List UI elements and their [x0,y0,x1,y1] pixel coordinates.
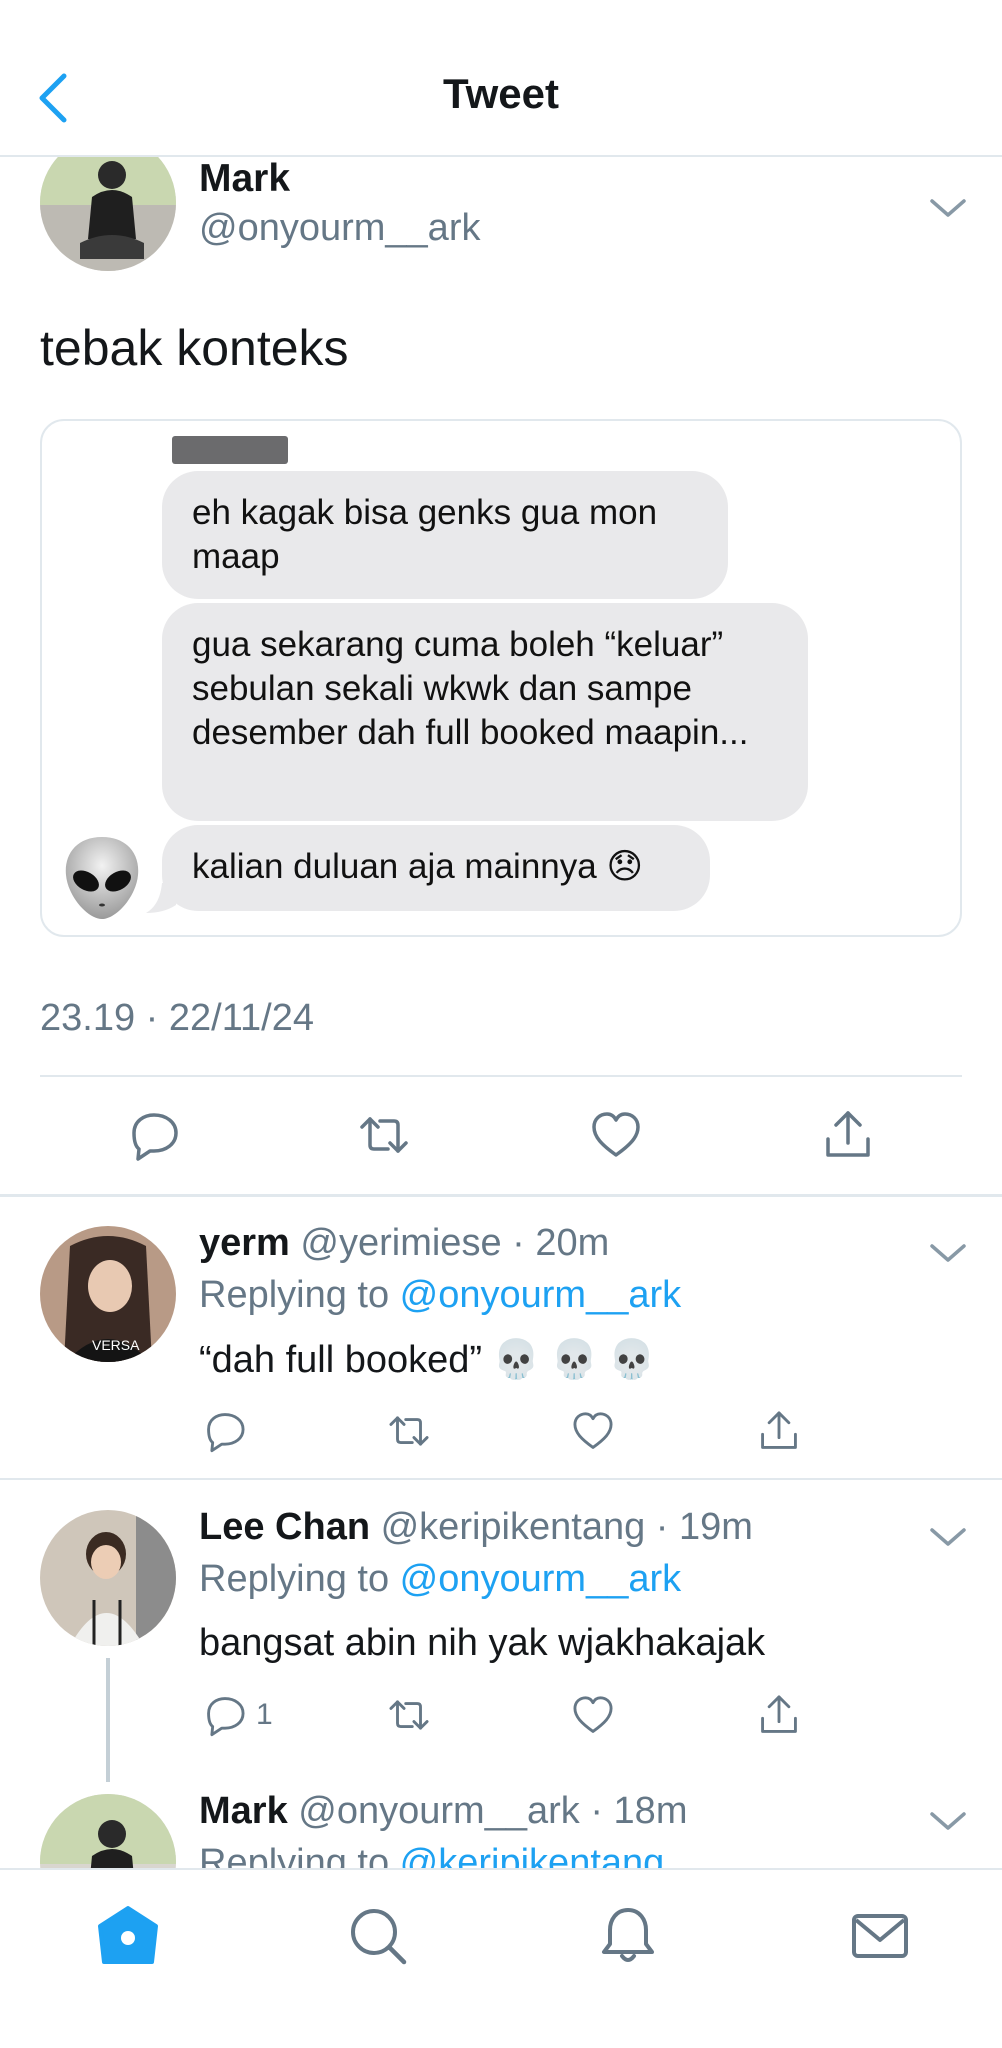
page-title: Tweet [443,70,559,117]
reply-author-name[interactable]: Mark [199,1790,288,1832]
reply-button[interactable] [126,1107,182,1163]
thread-connector-line [106,1658,110,1782]
author-name[interactable]: Mark [199,157,290,201]
like-button[interactable] [588,1107,644,1163]
mention-link[interactable]: @onyourm__ark [400,1274,681,1316]
reply-author-name[interactable]: Lee Chan [199,1506,370,1548]
reply-icon [132,1113,178,1161]
retweet-button[interactable] [386,1692,432,1738]
mention-link[interactable]: @keripikentang [400,1842,665,1868]
reply-text: bangsat abin nih yak wjakhakajak [199,1622,766,1664]
replying-to-line: Replying to @onyourm__ark [199,1274,681,1317]
reply-tweet[interactable]: Lee Chan @keripikentang · 19m Replying t… [0,1506,1002,1786]
divider [0,1194,1002,1197]
dot-separator: · [579,1790,614,1832]
tweet-text: tebak konteks [40,320,349,376]
share-button[interactable] [820,1107,876,1163]
dot-separator: · [501,1222,536,1264]
replying-to-line: Replying to @onyourm__ark [199,1558,681,1601]
alien-avatar-icon [65,837,139,919]
like-button[interactable] [570,1408,616,1454]
heart-icon [573,1412,613,1449]
chevron-down-icon[interactable] [928,1240,968,1266]
reply-text: “dah full booked” 💀 💀 💀 [199,1339,656,1381]
share-icon [761,1695,797,1733]
search-icon [351,1909,407,1965]
share-icon [826,1111,870,1157]
bottom-tab-bar [0,1868,1002,2048]
replying-to-line: Replying to @keripikentang [199,1842,664,1868]
retweet-button[interactable] [386,1408,432,1454]
tab-search[interactable] [346,1904,410,1968]
like-button[interactable] [570,1692,616,1738]
author-avatar[interactable] [40,157,176,271]
message-bubble: gua sekarang cuma boleh “keluar” sebulan… [162,603,808,821]
reply-time: 20m [535,1222,610,1264]
svg-text:VERSA: VERSA [92,1337,140,1353]
avatar[interactable] [40,1510,176,1646]
mail-icon [852,1914,908,1958]
retweet-icon [389,1416,429,1446]
reply-tweet[interactable]: Mark @onyourm__ark · 18m Replying to @ke… [0,1790,1002,1868]
redacted-name-bar [172,436,288,464]
heart-icon [592,1112,640,1157]
reply-time: 19m [679,1506,753,1548]
top-bar: Tweet [0,0,1002,157]
reply-count: 1 [256,1698,273,1731]
main-tweet: Mark @onyourm__ark tebak konteks eh kaga… [0,157,1002,1194]
dot-separator: · [645,1506,679,1548]
chevron-down-icon[interactable] [928,1808,968,1834]
author-handle[interactable]: @onyourm__ark [199,207,480,250]
reply-button[interactable] [202,1408,248,1454]
divider [40,1075,962,1077]
reply-header: yerm @yerimiese · 20m [199,1222,609,1265]
mention-link[interactable]: @onyourm__ark [400,1558,681,1600]
chevron-down-icon[interactable] [928,195,968,221]
reply-author-handle[interactable]: @yerimiese [300,1222,501,1264]
tweet-media-image[interactable]: eh kagak bisa genks gua mon maap gua sek… [40,419,962,937]
reply-time: 18m [613,1790,688,1832]
reply-button[interactable] [202,1692,248,1738]
reply-tweet[interactable]: VERSA yerm @yerimiese · 20m Replying to … [0,1222,1002,1478]
avatar[interactable] [40,1794,176,1868]
reply-header: Lee Chan @keripikentang · 19m [199,1506,753,1549]
reply-header: Mark @onyourm__ark · 18m [199,1790,687,1833]
chevron-down-icon[interactable] [928,1524,968,1550]
reply-icon [207,1697,245,1737]
reply-author-name[interactable]: yerm [199,1222,290,1264]
share-icon [761,1411,797,1449]
share-button[interactable] [756,1408,802,1454]
share-button[interactable] [756,1692,802,1738]
replying-to-label: Replying to [199,1558,400,1600]
retweet-icon [360,1117,408,1153]
message-bubble: eh kagak bisa genks gua mon maap [162,471,728,599]
avatar[interactable]: VERSA [40,1226,176,1362]
replying-to-label: Replying to [199,1842,400,1868]
reply-icon [207,1413,245,1453]
reply-author-handle[interactable]: @keripikentang [381,1506,646,1548]
retweet-button[interactable] [356,1107,412,1163]
retweet-icon [389,1700,429,1730]
message-bubble: kalian duluan aja mainnya 😞 [162,825,710,911]
bell-icon [602,1908,654,1962]
replying-to-label: Replying to [199,1274,400,1316]
reply-author-handle[interactable]: @onyourm__ark [298,1790,579,1832]
home-icon [98,1906,158,1964]
divider [0,1478,1002,1480]
heart-icon [573,1696,613,1733]
tab-notifications[interactable] [596,1904,660,1968]
tab-messages[interactable] [848,1904,912,1968]
tweet-timestamp: 23.19 · 22/11/24 [40,997,314,1039]
tab-home[interactable] [96,1904,160,1968]
